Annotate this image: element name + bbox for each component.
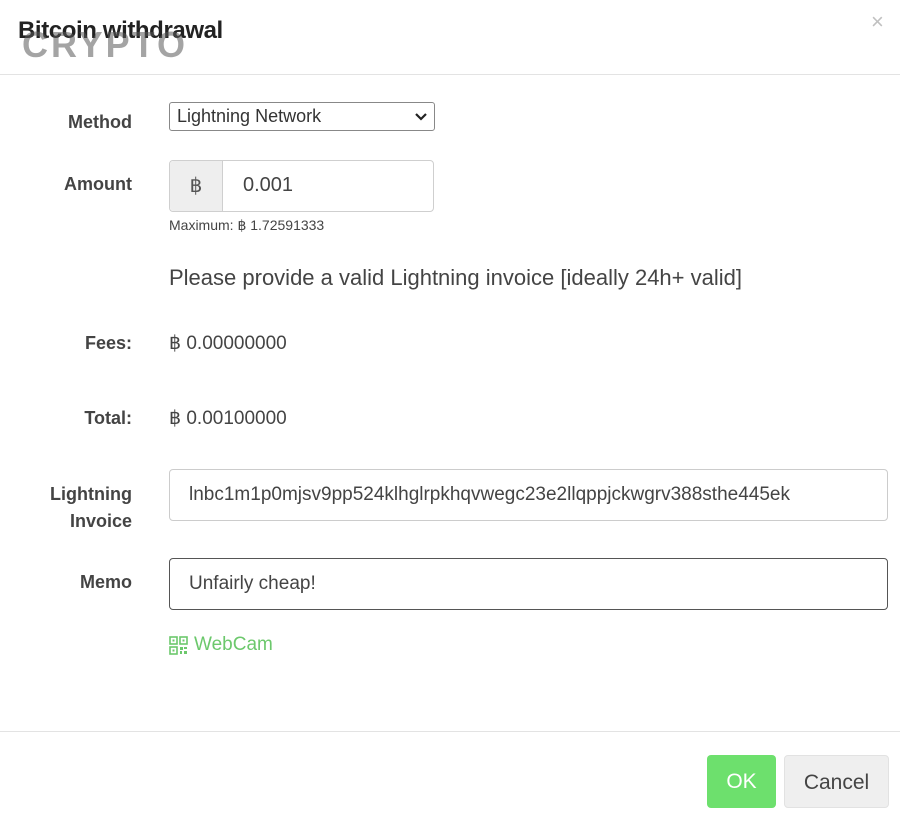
qr-code-icon bbox=[169, 635, 188, 655]
method-selected-value: Lightning Network bbox=[177, 106, 322, 126]
amount-input[interactable]: 0.001 bbox=[243, 174, 293, 197]
fees-value: ฿ 0.00000000 bbox=[169, 333, 287, 354]
memo-label: Memo bbox=[79, 572, 132, 592]
fees-label: Fees: bbox=[84, 333, 132, 353]
withdrawal-modal: Bitcoin withdrawal CRYPTO × Method Light… bbox=[0, 0, 900, 813]
watermark-text: CRYPTO bbox=[22, 24, 189, 65]
close-icon[interactable]: × bbox=[871, 11, 884, 33]
modal-footer: OK Cancel bbox=[0, 731, 900, 813]
webcam-link[interactable]: WebCam bbox=[169, 634, 273, 656]
ok-button[interactable]: OK bbox=[707, 755, 776, 808]
lightning-invoice-input[interactable]: lnbc1m1p0mjsv9pp524klhglrpkhqvwegc23e2ll… bbox=[169, 469, 888, 521]
invoice-label-line2: Invoice bbox=[69, 511, 132, 531]
invoice-instruction-text: Please provide a valid Lightning invoice… bbox=[169, 265, 742, 290]
webcam-label: WebCam bbox=[194, 634, 273, 655]
amount-label: Amount bbox=[64, 174, 132, 194]
amount-input-group[interactable]: ฿ 0.001 bbox=[169, 160, 434, 212]
method-select[interactable]: Lightning Network bbox=[169, 102, 435, 131]
cancel-button[interactable]: Cancel bbox=[784, 755, 889, 808]
bitcoin-currency-icon: ฿ bbox=[170, 161, 223, 211]
invoice-label-line1: Lightning bbox=[50, 484, 132, 504]
method-label: Method bbox=[68, 112, 132, 132]
amount-maximum-note: Maximum: ฿ 1.72591333 bbox=[169, 217, 325, 233]
modal-header: Bitcoin withdrawal CRYPTO × bbox=[0, 0, 900, 75]
chevron-down-icon bbox=[414, 103, 428, 139]
memo-input[interactable]: Unfairly cheap! bbox=[169, 558, 888, 610]
total-label: Total: bbox=[84, 408, 132, 428]
total-value: ฿ 0.00100000 bbox=[169, 408, 287, 429]
